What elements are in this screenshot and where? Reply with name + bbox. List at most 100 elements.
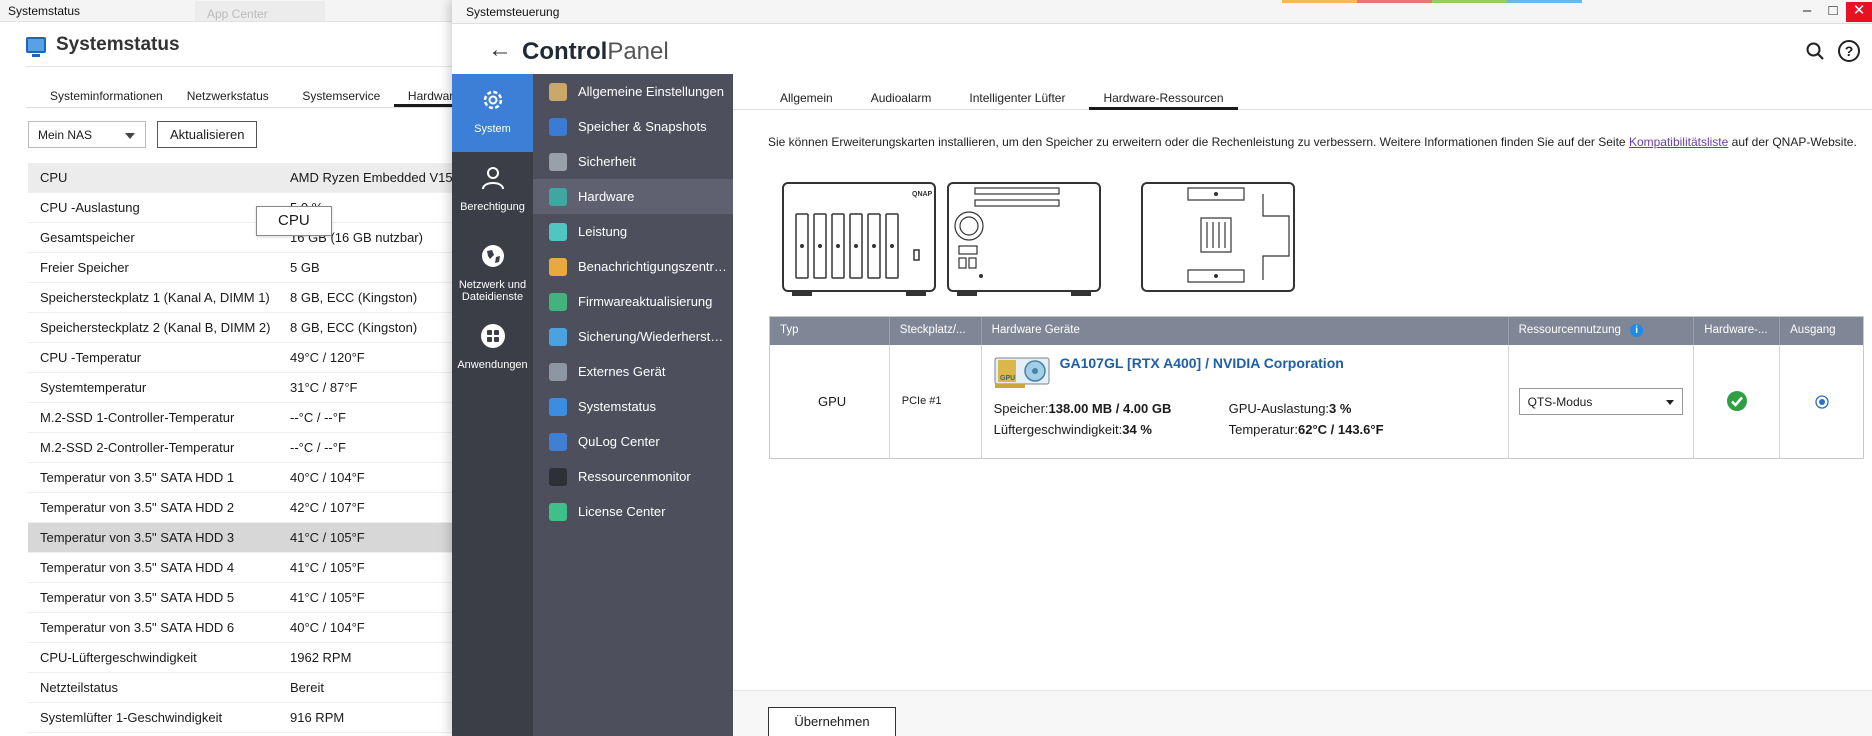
- toolbar: Mein NAS Aktualisieren: [28, 121, 258, 148]
- table-row[interactable]: Systemlüfter 1-Geschwindigkeit 916 RPM: [28, 703, 468, 733]
- table-row[interactable]: Netzteilstatus Bereit: [28, 673, 468, 703]
- tab-hardware-ressourcen[interactable]: Hardware-Ressourcen: [1089, 91, 1238, 110]
- menu-item[interactable]: Leistung: [533, 214, 733, 249]
- nas-interior: [1187, 187, 1290, 283]
- tab-netzwerkstatus[interactable]: Netzwerkstatus: [163, 86, 279, 107]
- backup-icon: [549, 327, 567, 346]
- row-key: CPU -Auslastung: [40, 200, 140, 215]
- nav-system[interactable]: System: [452, 74, 533, 152]
- tab-hardware[interactable]: Hardwar: [393, 86, 461, 107]
- row-value: 8 GB, ECC (Kingston): [290, 290, 418, 305]
- tab-systeminformationen[interactable]: Systeminformationen: [26, 86, 163, 107]
- background-window-title[interactable]: App Center: [195, 1, 325, 21]
- table-row[interactable]: Temperatur von 3.5" SATA HDD 1 40°C / 104…: [28, 463, 468, 493]
- gpu-card-icon: GPU: [994, 357, 1050, 388]
- nav-anwendungen[interactable]: Anwendungen: [452, 310, 533, 388]
- row-value: 41°C / 105°F: [290, 590, 365, 605]
- systemstatus-tabs: Systeminformationen Netzwerkstatus Syste…: [26, 86, 461, 108]
- menu-item[interactable]: Benachrichtigungszentrum: [533, 249, 733, 284]
- controlpanel-header: ← ControlPanel ?: [452, 26, 1872, 77]
- table-row[interactable]: Speichersteckplatz 2 (Kanal B, DIMM 2) 8 …: [28, 313, 468, 343]
- tab-systemservice[interactable]: Systemservice: [278, 86, 394, 107]
- menu-item[interactable]: Externes Gerät: [533, 354, 733, 389]
- table-row[interactable]: Systemtemperatur 31°C / 87°F: [28, 373, 468, 403]
- nav-netzwerk[interactable]: Netzwerk und Dateidienste: [452, 230, 533, 310]
- col-typ: Typ: [770, 317, 890, 345]
- activity-icon: [549, 467, 567, 486]
- temperature-label: Temperatur:: [1228, 422, 1298, 437]
- table-row[interactable]: CPU -Temperatur 49°C / 120°F: [28, 343, 468, 373]
- tab-intelligenter-luefter[interactable]: Intelligenter Lüfter: [969, 91, 1065, 110]
- col-ressourcennutzung-label: Ressourcennutzung: [1518, 324, 1621, 336]
- menu-item-label: Leistung: [578, 224, 628, 239]
- close-icon[interactable]: ✕: [1846, 2, 1872, 22]
- resource-mode-select[interactable]: QTS-Modus: [1518, 388, 1683, 415]
- gpu-load-label: GPU-Auslastung:: [1228, 401, 1330, 416]
- hardware-resources-table: Typ Steckplatz/... Hardware Geräte Resso…: [769, 316, 1864, 459]
- row-key: Temperatur von 3.5" SATA HDD 1: [40, 470, 235, 485]
- table-row[interactable]: CPU-Lüftergeschwindigkeit 1962 RPM: [28, 643, 468, 673]
- table-row[interactable]: M.2-SSD 2-Controller-Temperatur --°C / --…: [28, 433, 468, 463]
- row-value: 41°C / 105°F: [290, 560, 365, 575]
- table-row[interactable]: M.2-SSD 1-Controller-Temperatur --°C / --…: [28, 403, 468, 433]
- nas-side-illustration: [1141, 182, 1295, 292]
- output-radio-icon[interactable]: [1815, 395, 1829, 409]
- category-nav: System Berechtigung Netzwerk und Dateidi…: [452, 74, 533, 736]
- minimize-icon[interactable]: –: [1794, 2, 1820, 22]
- nas-select[interactable]: Mein NAS: [28, 121, 146, 148]
- menu-item-label: Benachrichtigungszentrum: [578, 259, 728, 274]
- table-row[interactable]: Freier Speicher 5 GB: [28, 253, 468, 283]
- menu-item[interactable]: Firmwareaktualisierung: [533, 284, 733, 319]
- nav-label: Berechtigung: [460, 201, 525, 213]
- tab-allgemein[interactable]: Allgemein: [780, 91, 833, 110]
- table-row[interactable]: Temperatur von 3.5" SATA HDD 5 41°C / 105…: [28, 583, 468, 613]
- help-icon[interactable]: ?: [1838, 40, 1860, 62]
- tab-audioalarm[interactable]: Audioalarm: [871, 91, 932, 110]
- app-title-bold: Control: [522, 38, 608, 65]
- fan-speed-label: Lüftergeschwindigkeit:: [993, 422, 1123, 437]
- menu-item-label: Externes Gerät: [578, 364, 666, 379]
- menu-item-label: Sicherung/Wiederherstellung: [578, 329, 728, 344]
- menu-item[interactable]: Sicherung/Wiederherstellung: [533, 319, 733, 354]
- menu-item-label: License Center: [578, 504, 666, 519]
- nav-berechtigung[interactable]: Berechtigung: [452, 152, 533, 230]
- row-key: Speichersteckplatz 1 (Kanal A, DIMM 1): [40, 290, 270, 305]
- gpu-type: GPU: [818, 394, 847, 409]
- row-key: Systemtemperatur: [40, 380, 147, 395]
- col-hardware-geraete: Hardware Geräte: [982, 317, 1509, 345]
- refresh-button[interactable]: Aktualisieren: [157, 121, 258, 148]
- menu-item[interactable]: Allgemeine Einstellungen: [533, 74, 733, 109]
- menu-item-label: Firmwareaktualisierung: [578, 294, 713, 309]
- row-value: Bereit: [290, 680, 324, 695]
- menu-item-label: Speicher & Snapshots: [578, 119, 707, 134]
- row-value: 916 RPM: [290, 710, 345, 725]
- table-row[interactable]: Gesamtspeicher 16 GB (16 GB nutzbar): [28, 223, 468, 253]
- menu-item[interactable]: QuLog Center: [533, 424, 733, 459]
- back-arrow-icon[interactable]: ←: [488, 36, 512, 64]
- table-row[interactable]: CPU AMD Ryzen Embedded V15: [28, 163, 468, 193]
- menu-item[interactable]: Ressourcenmonitor: [533, 459, 733, 494]
- table-row[interactable]: CPU -Auslastung5.0 %: [28, 193, 468, 223]
- table-row[interactable]: Temperatur von 3.5" SATA HDD 3 41°C / 105…: [28, 523, 468, 553]
- menu-item[interactable]: Sicherheit: [533, 144, 733, 179]
- apply-button[interactable]: Übernehmen: [768, 707, 896, 736]
- menu-item[interactable]: License Center: [533, 494, 733, 529]
- info-icon[interactable]: i: [1630, 324, 1644, 337]
- table-row[interactable]: Speichersteckplatz 1 (Kanal A, DIMM 1) 8 …: [28, 283, 468, 313]
- menu-item[interactable]: Hardware: [533, 179, 733, 214]
- menu-item[interactable]: Speicher & Snapshots: [533, 109, 733, 144]
- nav-label: Netzwerk und Dateidienste: [458, 279, 527, 303]
- search-icon[interactable]: [1806, 42, 1824, 60]
- table-row[interactable]: Temperatur von 3.5" SATA HDD 4 41°C / 105…: [28, 553, 468, 583]
- table-row[interactable]: Temperatur von 3.5" SATA HDD 6 40°C / 104…: [28, 613, 468, 643]
- menu-item[interactable]: Systemstatus: [533, 389, 733, 424]
- page-header: Systemstatus: [26, 34, 180, 57]
- brand-label: QNAP: [912, 191, 933, 198]
- row-value: --°C / --°F: [290, 410, 346, 425]
- maximize-icon[interactable]: □: [1820, 2, 1846, 22]
- table-row[interactable]: Temperatur von 3.5" SATA HDD 2 42°C / 107…: [28, 493, 468, 523]
- row-key: Freier Speicher: [40, 260, 129, 275]
- compatibility-list-link[interactable]: Kompatibilitätsliste: [1629, 135, 1728, 149]
- col-ausgang: Ausgang: [1790, 324, 1836, 336]
- firmware-icon: [549, 292, 567, 311]
